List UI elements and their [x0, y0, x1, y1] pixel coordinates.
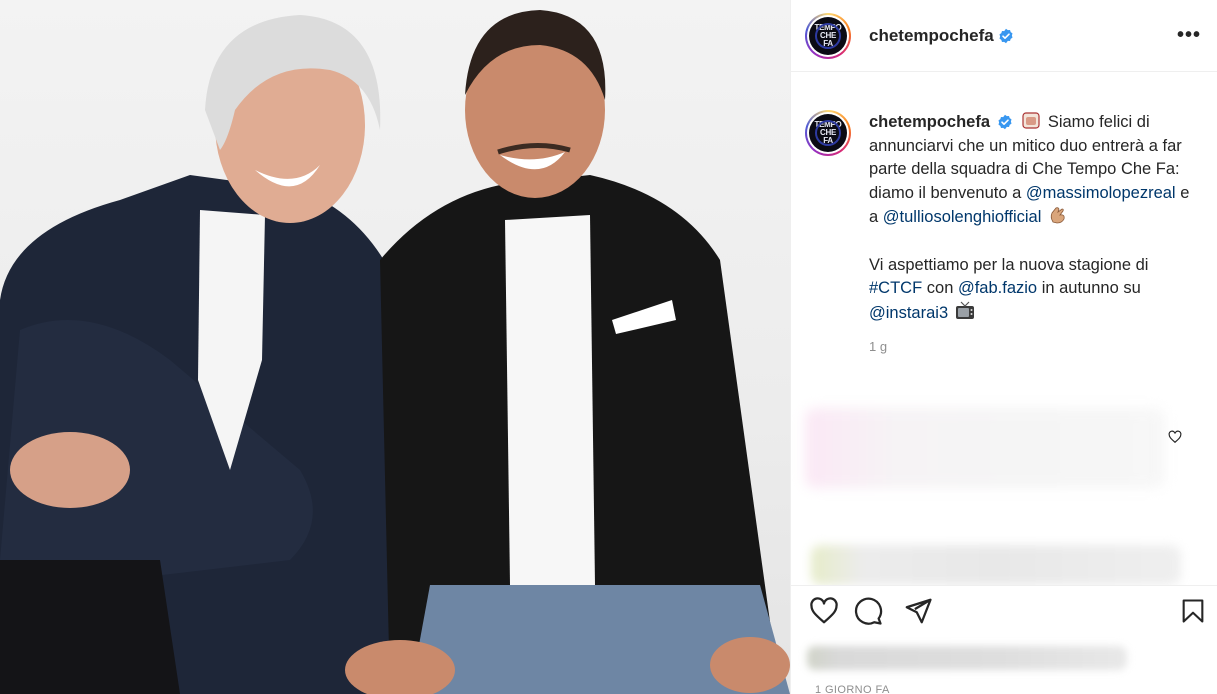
caption-username[interactable]: chetempochefa [869, 113, 990, 131]
blurred-comment [811, 545, 1181, 585]
heart-icon[interactable] [809, 596, 839, 626]
post-photo[interactable] [0, 0, 790, 694]
mention-massimolopezreal[interactable]: @massimolopezreal [1026, 184, 1176, 202]
username-link[interactable]: chetempochefa [869, 26, 994, 46]
post-timestamp[interactable]: 1 GIORNO FA [815, 684, 890, 694]
caption-text-4: con [926, 279, 954, 298]
caption-text: chetempochefa Siamo felici di annunciarv… [869, 110, 1199, 359]
caption-text-3: Vi aspettiamo per la nuova stagione di [869, 255, 1149, 274]
caption-text-5: in autunno su [1041, 279, 1141, 298]
blurred-likes [807, 646, 1127, 670]
television-emoji-icon [955, 301, 974, 319]
post-side-panel: TEMPO CHE FA chetempochefa ••• TEMPO CHE… [790, 0, 1217, 694]
more-icon[interactable]: ••• [1177, 24, 1201, 47]
clapper-emoji-icon [1022, 112, 1040, 129]
blurred-comment [805, 408, 1165, 488]
mention-fab-fazio[interactable]: @fab.fazio [958, 279, 1037, 297]
caption: TEMPO CHE FA chetempochefa Siamo felici … [805, 110, 1205, 359]
hashtag-ctcf[interactable]: #CTCF [869, 279, 922, 297]
post-actions: 1 GIORNO FA [791, 585, 1217, 694]
avatar[interactable]: TEMPO CHE FA [805, 12, 851, 59]
caption-avatar-logo: TEMPO CHE FA [809, 114, 847, 152]
share-icon[interactable] [903, 596, 933, 626]
photo-illustration [0, 10, 790, 694]
verified-icon [999, 28, 1013, 43]
bookmark-icon[interactable] [1179, 596, 1207, 626]
comment-icon[interactable] [853, 596, 883, 626]
caption-timestamp[interactable]: 1 g [869, 335, 1199, 359]
mention-instarai3[interactable]: @instarai3 [869, 304, 948, 322]
mention-tulliosolenghiofficial[interactable]: @tulliosolenghiofficial [883, 208, 1042, 226]
clapping-hands-emoji-icon [1050, 207, 1065, 224]
avatar-logo: TEMPO CHE FA [809, 16, 847, 55]
comment-like-heart-icon[interactable] [1168, 430, 1182, 444]
instagram-post: TEMPO CHE FA chetempochefa ••• TEMPO CHE… [0, 0, 1217, 694]
caption-avatar[interactable]: TEMPO CHE FA [805, 110, 851, 156]
verified-icon [998, 114, 1012, 130]
post-header: TEMPO CHE FA chetempochefa ••• [791, 0, 1217, 72]
